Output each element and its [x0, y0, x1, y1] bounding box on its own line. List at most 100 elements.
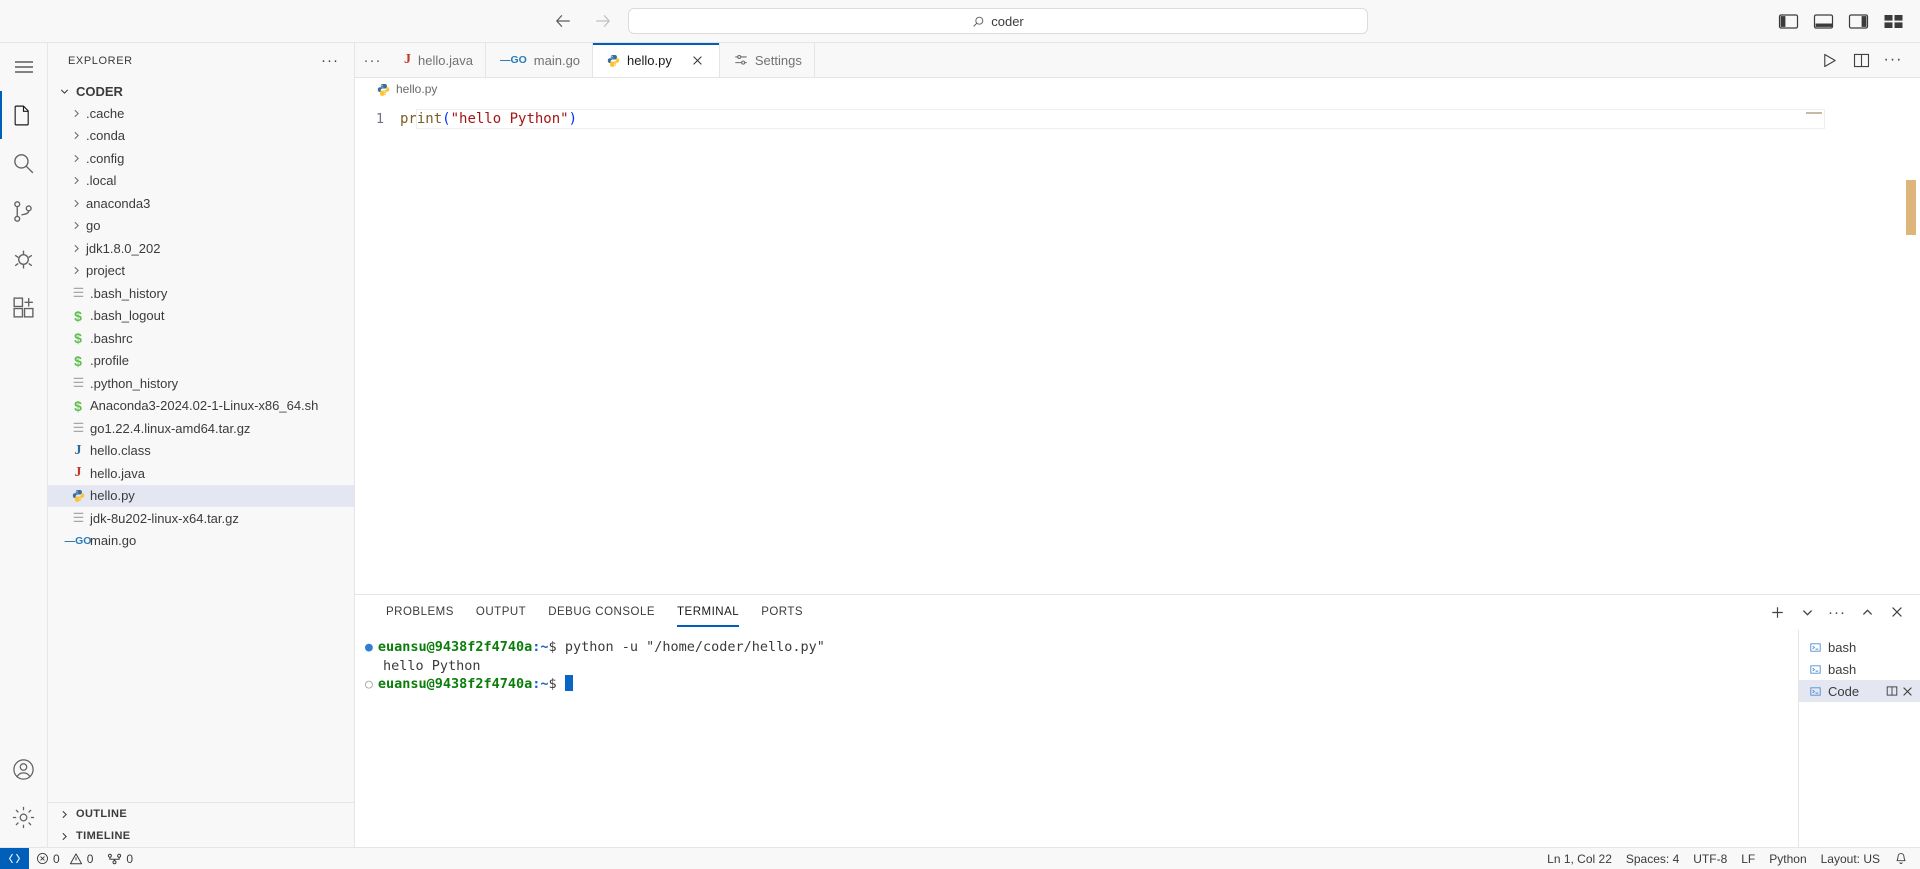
editor-vertical-scrollbar[interactable] [1906, 100, 1918, 594]
file-tree-item[interactable]: Jhello.class [48, 440, 354, 463]
editor-tab-label: main.go [533, 52, 581, 68]
notifications-bell[interactable] [1887, 848, 1920, 869]
file-tree-item[interactable]: anaconda3 [48, 192, 354, 215]
toggle-primary-sidebar-icon[interactable] [1778, 13, 1799, 30]
sidebar-more-actions-icon[interactable]: ··· [312, 52, 348, 69]
status-item-editor-language[interactable]: Python [1762, 848, 1813, 869]
file-tree-item[interactable]: .cache [48, 102, 354, 125]
plus-icon[interactable] [1764, 599, 1790, 625]
terminal-list: bash bash Code [1798, 630, 1920, 847]
activity-bar-item-explorer[interactable] [0, 91, 48, 139]
editor-tab[interactable]: —GO main.go [485, 43, 594, 77]
code-editor[interactable]: 1 print("hello Python") [355, 100, 1920, 594]
activity-bar-item-accounts[interactable] [0, 745, 48, 793]
panel-tab[interactable]: PROBLEMS [375, 595, 465, 630]
file-tree-item[interactable]: ☰ .bash_history [48, 282, 354, 305]
file-tree-item[interactable]: .local [48, 170, 354, 193]
status-item-layout-keyboard[interactable]: Layout: US [1814, 848, 1887, 869]
activity-bar-item-run-and-debug[interactable] [0, 235, 48, 283]
tree-root-coder[interactable]: CODER [48, 80, 354, 102]
arrow-left-icon[interactable] [552, 10, 574, 32]
terminal-list-item[interactable]: Code [1799, 680, 1920, 702]
file-tree-item[interactable]: jdk1.8.0_202 [48, 237, 354, 260]
toggle-panel-icon[interactable] [1813, 13, 1834, 30]
status-item-editor-encoding[interactable]: UTF-8 [1686, 848, 1734, 869]
status-item-editor-eol[interactable]: LF [1734, 848, 1762, 869]
minimap[interactable] [1806, 112, 1828, 116]
editor-tab[interactable]: Settings [719, 43, 815, 77]
timeline-label: TIMELINE [76, 830, 131, 842]
editor-tab-label: Settings [754, 52, 802, 68]
command-success-bullet-icon: ● [365, 640, 373, 655]
chevron-right-icon [68, 108, 84, 119]
terminal-output[interactable]: ● euansu@9438f2f4740a:~$ python -u "/home… [355, 630, 1798, 847]
editor-tab[interactable]: hello.py [593, 43, 720, 77]
sidebar-section-timeline[interactable]: TIMELINE [48, 825, 354, 847]
file-tree-item[interactable]: ☰ jdk-8u202-linux-x64.tar.gz [48, 507, 354, 530]
file-tree-item-label: .bash_history [90, 285, 168, 301]
file-tree-item[interactable]: project [48, 260, 354, 283]
close-icon[interactable] [1884, 599, 1910, 625]
command-center-search[interactable]: coder [628, 8, 1368, 34]
file-tree-item[interactable]: Jhello.java [48, 462, 354, 485]
file-tree-item[interactable]: —GO main.go [48, 530, 354, 553]
customize-layout-icon[interactable] [1883, 13, 1904, 30]
panel-tab[interactable]: DEBUG CONSOLE [537, 595, 666, 630]
panel-tab[interactable]: PORTS [750, 595, 814, 630]
terminal-bash-icon [1809, 685, 1822, 698]
file-tree-item-label: .local [86, 173, 117, 189]
file-tree-item[interactable]: .config [48, 147, 354, 170]
split-editor-icon[interactable] [1848, 47, 1874, 73]
file-tree-item[interactable]: ☰ .python_history [48, 372, 354, 395]
status-ports[interactable]: 0 [100, 848, 140, 869]
tabs-overflow-icon[interactable]: ··· [355, 43, 390, 77]
close-icon[interactable] [691, 54, 707, 67]
file-tree-item[interactable]: hello.py [48, 484, 354, 507]
tree-root-label: CODER [76, 83, 123, 99]
search-icon [11, 151, 36, 176]
split-icon[interactable] [1886, 685, 1898, 698]
sidebar-section-outline[interactable]: OUTLINE [48, 803, 354, 825]
activity-bar-item-extensions[interactable] [0, 283, 48, 331]
toggle-secondary-sidebar-icon[interactable] [1848, 13, 1869, 30]
chevron-up-icon[interactable] [1854, 599, 1880, 625]
terminal-command-text: python -u "/home/coder/hello.py" [556, 639, 825, 655]
chevron-down-icon [56, 86, 72, 97]
hamburger-menu-icon[interactable] [0, 43, 48, 91]
ellipsis-icon[interactable]: ··· [1824, 599, 1850, 625]
scrollbar-thumb[interactable] [1906, 180, 1916, 235]
panel-tab[interactable]: OUTPUT [465, 595, 537, 630]
close-icon[interactable] [1901, 685, 1914, 698]
breadcrumb[interactable]: hello.py [355, 78, 1920, 100]
terminal-line-output: hello Python [365, 657, 1798, 675]
terminal-list-item[interactable]: bash [1799, 658, 1920, 680]
file-tree-item-label: .profile [90, 353, 130, 369]
file-tree-item[interactable]: $ .bash_logout [48, 305, 354, 328]
file-tree-item-label: .bashrc [90, 330, 133, 346]
editor-tab[interactable]: Jhello.java [390, 43, 486, 77]
file-tree-item-label: anaconda3 [86, 195, 151, 211]
chevron-down-icon[interactable] [1794, 599, 1820, 625]
ellipsis-icon[interactable]: ··· [1880, 47, 1906, 73]
status-item-editor-indentation[interactable]: Spaces: 4 [1619, 848, 1686, 869]
file-tree-item[interactable]: $ .bashrc [48, 327, 354, 350]
terminal-list-item[interactable]: bash [1799, 636, 1920, 658]
panel-tab[interactable]: TERMINAL [666, 595, 750, 630]
line-number: 1 [375, 111, 384, 127]
title-bar-center: coder [540, 8, 1380, 34]
file-tree-item[interactable]: $ Anaconda3-2024.02-1-Linux-x86_64.sh [48, 395, 354, 418]
remote-indicator[interactable] [0, 847, 29, 869]
file-tree-item[interactable]: .conda [48, 125, 354, 148]
warning-icon [69, 852, 83, 866]
activity-bar-item-settings[interactable] [0, 793, 48, 841]
play-icon[interactable] [1816, 47, 1842, 73]
status-problems[interactable]: 0 0 [29, 848, 100, 869]
files-icon [11, 103, 36, 128]
file-tree-item[interactable]: ☰ go1.22.4.linux-amd64.tar.gz [48, 417, 354, 440]
arrow-right-icon[interactable] [592, 10, 614, 32]
file-tree-item[interactable]: go [48, 215, 354, 238]
status-item-editor-position[interactable]: Ln 1, Col 22 [1540, 848, 1619, 869]
file-tree-item[interactable]: $ .profile [48, 350, 354, 373]
activity-bar-item-source-control[interactable] [0, 187, 48, 235]
activity-bar-item-search[interactable] [0, 139, 48, 187]
